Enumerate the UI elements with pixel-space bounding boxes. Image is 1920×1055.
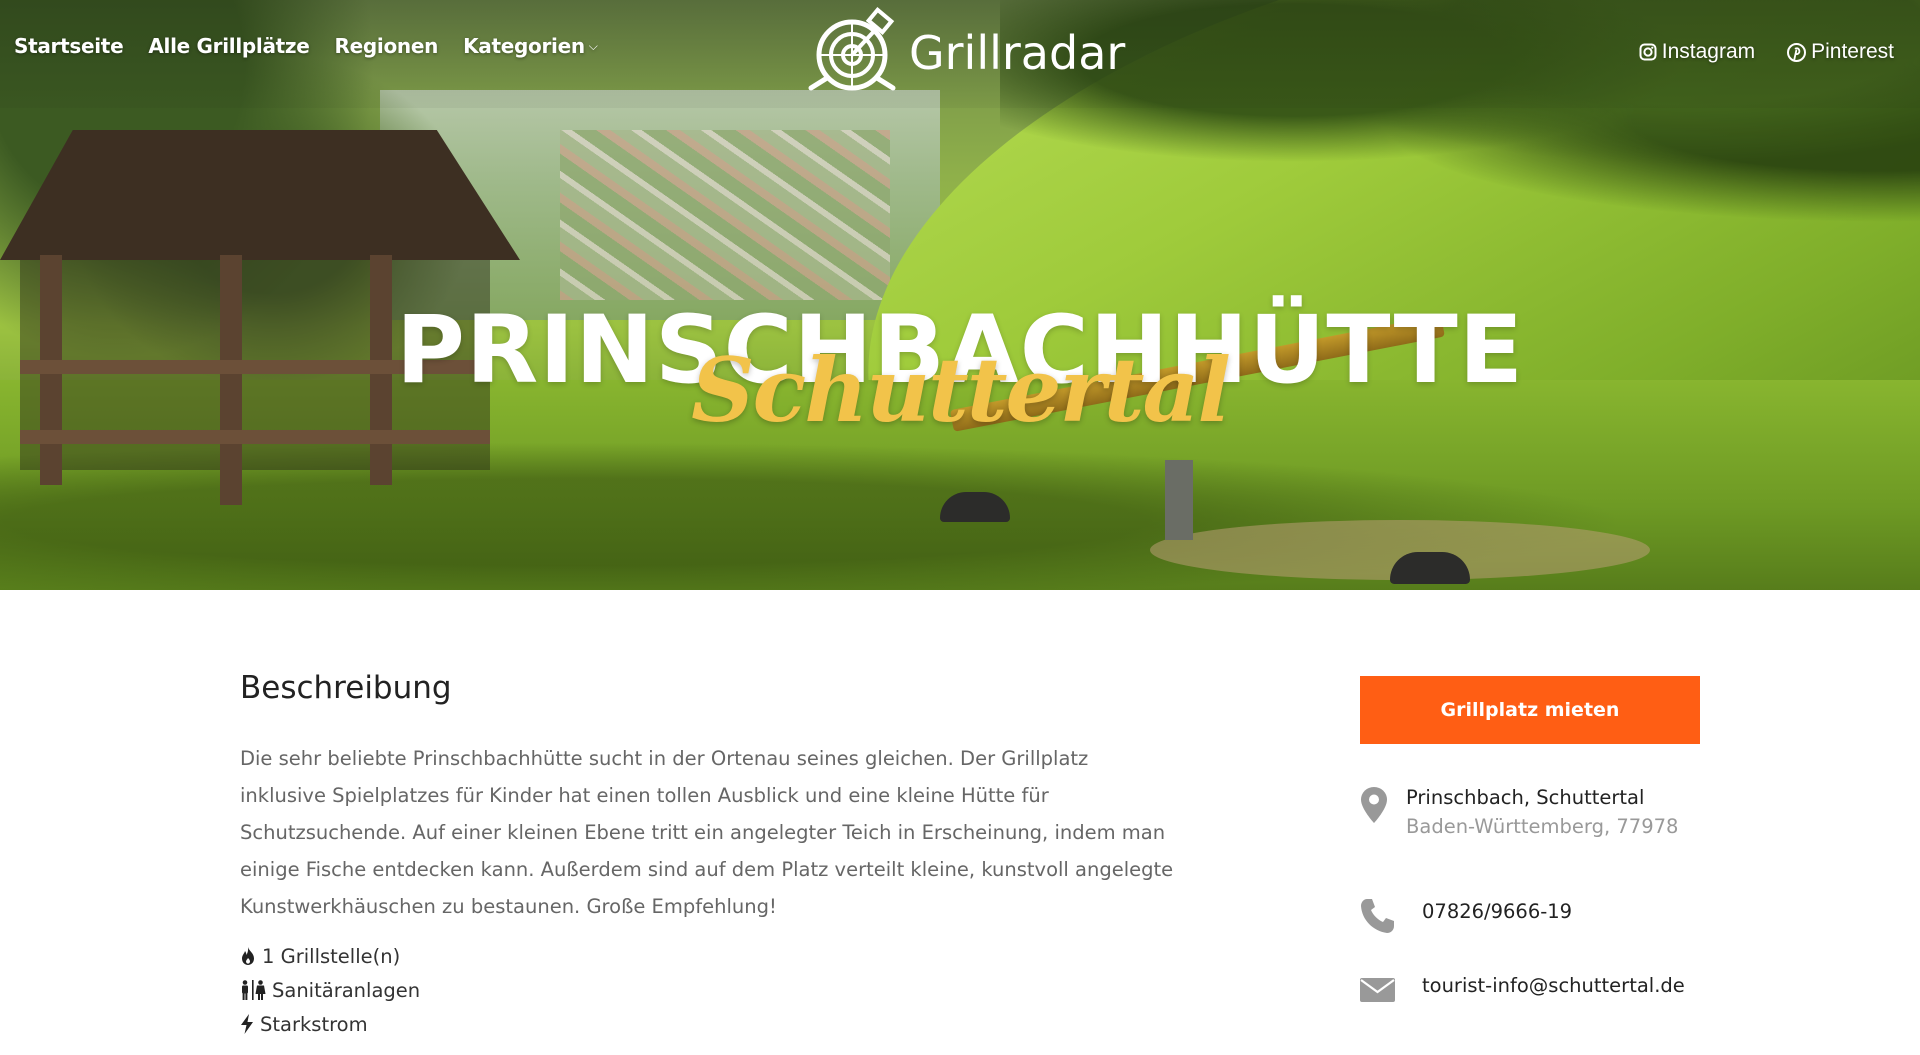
instagram-icon: [1639, 43, 1657, 61]
header-bar: Startseite Alle Grillplätze Regionen Kat…: [0, 0, 1920, 108]
map-pin-icon: [1361, 787, 1387, 823]
feature-item: Starkstrom: [240, 1007, 1180, 1041]
main-nav: Startseite Alle Grillplätze Regionen Kat…: [14, 34, 598, 58]
phone-info: 07826/9666-19: [1360, 898, 1572, 934]
social-links: Instagram Pinterest: [1639, 40, 1894, 64]
feature-label: Sanitäranlagen: [272, 978, 421, 1002]
hero-subtitle: Schuttertal: [691, 338, 1231, 442]
location-info: Prinschbach, Schuttertal Baden-Württembe…: [1360, 786, 1678, 838]
pinterest-icon: [1787, 42, 1807, 62]
feature-item: 1 Grillstelle(n): [240, 939, 1180, 973]
bolt-icon: [241, 1014, 253, 1034]
location-city: Prinschbach, Schuttertal: [1406, 786, 1645, 809]
nav-item-kategorien-label: Kategorien: [463, 34, 585, 58]
sidebar: Grillplatz mieten Prinschbach, Schuttert…: [1360, 676, 1700, 1002]
nav-item-regionen[interactable]: Regionen: [335, 34, 439, 58]
rent-grillplatz-button[interactable]: Grillplatz mieten: [1360, 676, 1700, 744]
feature-list: 1 Grillstelle(n) Sanitäranlagen Starkstr…: [240, 939, 1180, 1041]
envelope-icon: [1360, 978, 1395, 1002]
email-info: tourist-info@schuttertal.de: [1360, 974, 1685, 1004]
pinterest-link[interactable]: Pinterest: [1787, 40, 1894, 64]
phone-icon: [1361, 899, 1394, 933]
feature-item: Sanitäranlagen: [240, 973, 1180, 1007]
restroom-icon: [242, 980, 266, 1000]
feature-label: 1 Grillstelle(n): [262, 944, 401, 968]
chevron-down-icon: ⌵: [588, 38, 598, 53]
phone-link[interactable]: 07826/9666-19: [1422, 900, 1572, 923]
hero-village: [560, 130, 890, 300]
email-link[interactable]: tourist-info@schuttertal.de: [1422, 974, 1685, 997]
fire-icon: [242, 947, 254, 965]
radar-icon: [808, 7, 896, 91]
site-logo[interactable]: Grillradar: [805, 6, 1125, 100]
instagram-link[interactable]: Instagram: [1639, 40, 1755, 64]
location-region: Baden-Württemberg, 77978: [1406, 815, 1679, 838]
nav-item-startseite[interactable]: Startseite: [14, 34, 124, 58]
instagram-label: Instagram: [1661, 40, 1756, 63]
description-section: Beschreibung Die sehr beliebte Prinschba…: [240, 670, 1180, 1041]
feature-label: Starkstrom: [260, 1012, 368, 1036]
description-text: Die sehr beliebte Prinschbachhütte sucht…: [240, 747, 1174, 918]
nav-item-alle-grillplaetze[interactable]: Alle Grillplätze: [148, 34, 310, 58]
nav-item-kategorien[interactable]: Kategorien ⌵: [463, 34, 598, 58]
section-title: Beschreibung: [240, 670, 452, 706]
logo-text: Grillradar: [909, 26, 1126, 80]
pinterest-label: Pinterest: [1811, 40, 1894, 63]
